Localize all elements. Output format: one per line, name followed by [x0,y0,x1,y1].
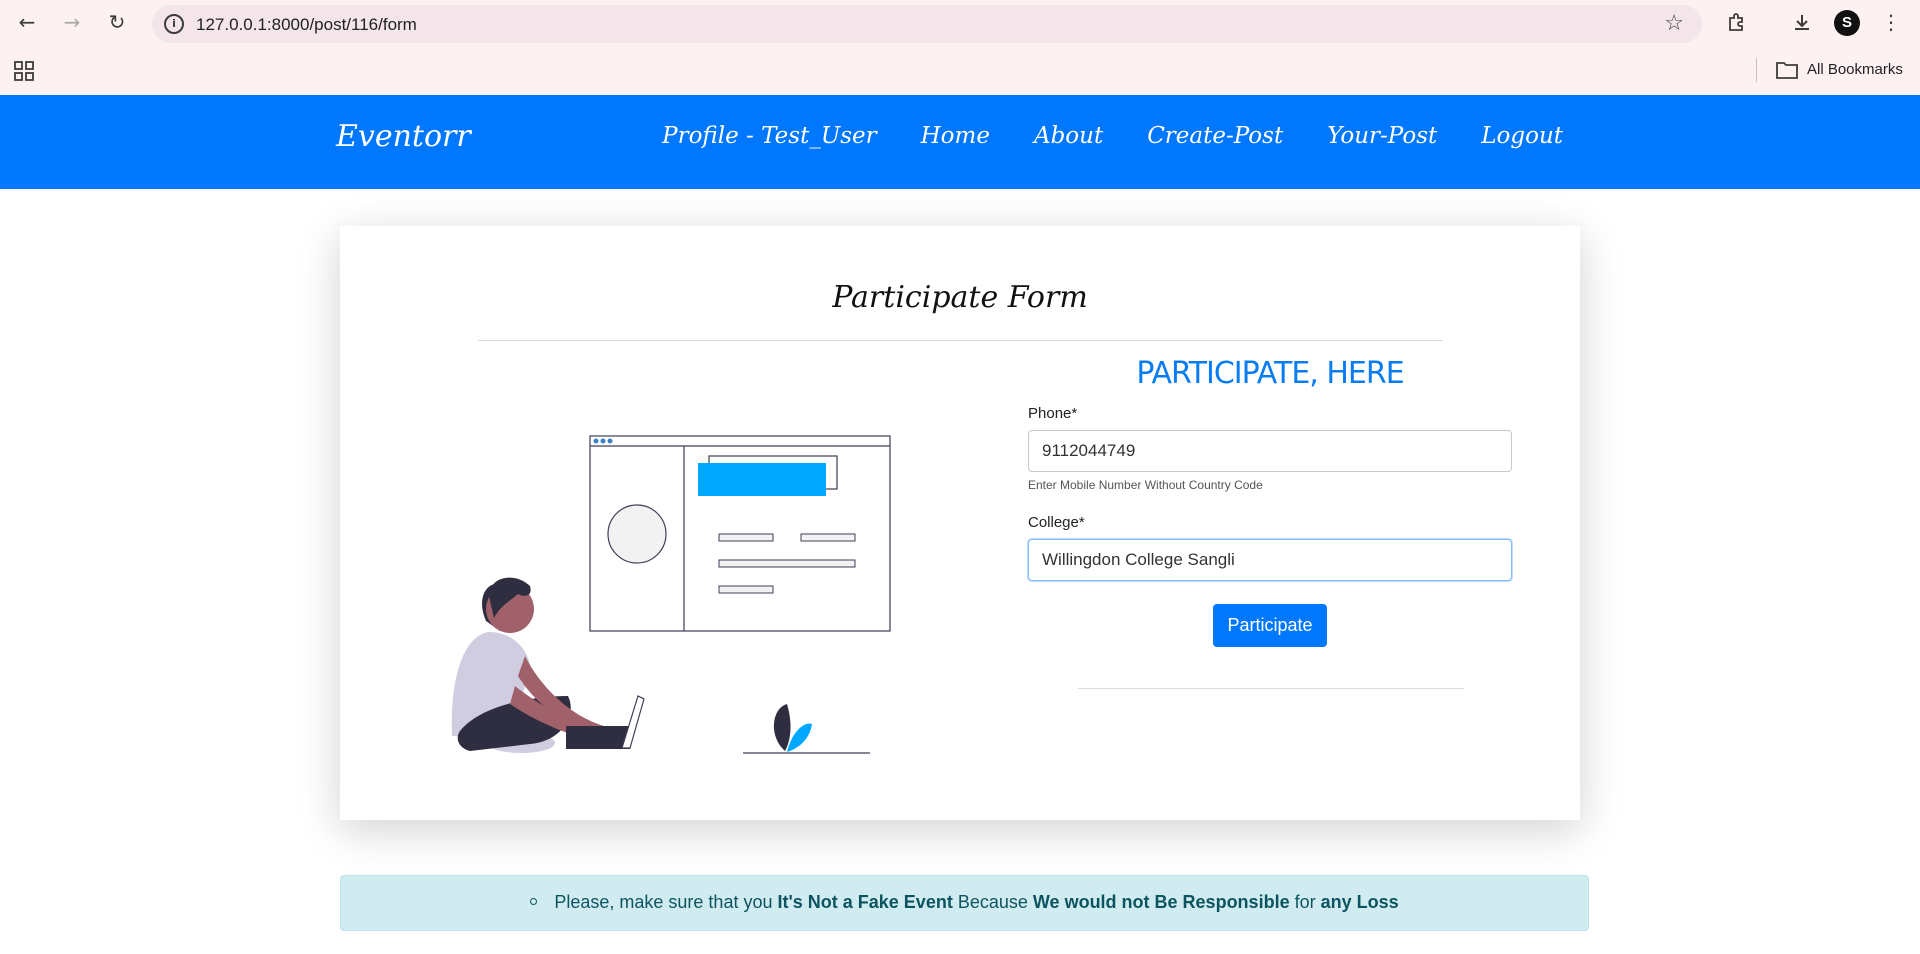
forward-icon[interactable]: → [58,8,86,36]
reload-icon[interactable]: ↻ [103,8,131,36]
page-title: Participate Form [832,280,1088,315]
bullet-icon [530,897,538,905]
nav-profile[interactable]: Profile - Test_User [662,123,877,149]
nav-create-post[interactable]: Create-Post [1147,123,1283,149]
nav-about[interactable]: About [1034,123,1103,149]
extensions-icon[interactable] [1722,8,1750,36]
college-input[interactable] [1028,539,1512,581]
alert-bold-1: It's Not a Fake Event [777,892,953,912]
menu-icon[interactable]: ⋮ [1877,8,1905,36]
site-navbar: Eventorr Profile - Test_User Home About … [0,95,1920,189]
phone-input[interactable] [1028,430,1512,472]
site-info-icon[interactable]: i [164,14,184,34]
alert-bold-3: any Loss [1320,892,1399,912]
bookmarks-divider [1756,58,1757,82]
nav-home[interactable]: Home [921,123,990,149]
download-icon[interactable] [1788,8,1816,36]
nav-your-post[interactable]: Your-Post [1327,123,1437,149]
profile-avatar[interactable]: S [1834,10,1860,36]
participate-heading: PARTICIPATE, HERE [1136,356,1404,391]
warning-alert: Please, make sure that you It's Not a Fa… [340,875,1589,931]
bookmarks-bar: All Bookmarks [0,46,1920,95]
url-text[interactable]: 127.0.0.1:8000/post/116/form [196,15,417,35]
nav-links: Profile - Test_User Home About Create-Po… [662,123,1563,149]
form-divider [1078,688,1464,689]
brand-logo[interactable]: Eventorr [336,119,471,154]
participate-button[interactable]: Participate [1213,604,1327,647]
folder-icon[interactable] [1776,61,1798,79]
title-divider [478,340,1443,341]
browser-toolbar: ← → ↻ i 127.0.0.1:8000/post/116/form ☆ S… [0,0,1920,46]
alert-text-1: Please, make sure that you [554,892,778,912]
address-bar[interactable]: i 127.0.0.1:8000/post/116/form ☆ [152,5,1702,43]
alert-text-3: for [1289,892,1321,912]
apps-icon[interactable] [14,61,34,81]
college-label: College* [1028,514,1085,531]
back-icon[interactable]: ← [13,8,41,36]
star-icon[interactable]: ☆ [1664,11,1684,36]
participate-card: Participate Form PARTICIPATE, HERE Phone… [340,226,1580,820]
form-column: PARTICIPATE, HERE Phone* Enter Mobile Nu… [1028,356,1512,647]
nav-logout[interactable]: Logout [1481,123,1563,149]
alert-text-2: Because [952,892,1033,912]
all-bookmarks-link[interactable]: All Bookmarks [1807,61,1903,78]
phone-help-text: Enter Mobile Number Without Country Code [1028,478,1263,492]
alert-bold-2: We would not Be Responsible [1032,892,1290,912]
illustration-image [451,435,891,754]
phone-label: Phone* [1028,405,1078,422]
